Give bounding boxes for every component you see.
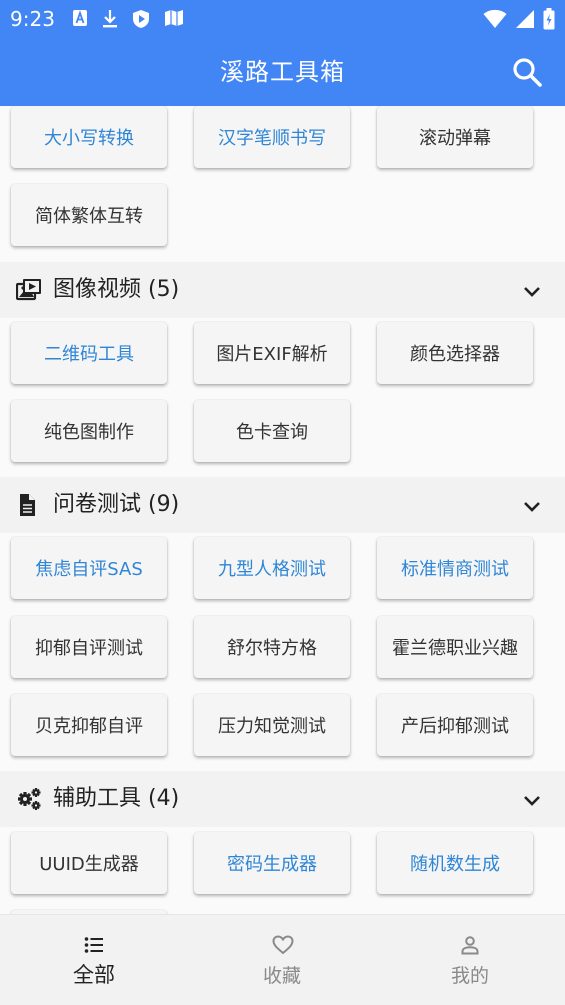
battery-icon bbox=[543, 8, 555, 30]
section-title: 问卷测试 (9) bbox=[53, 492, 180, 517]
tool-chip[interactable]: 二维码工具 bbox=[11, 322, 167, 384]
heart-icon bbox=[272, 935, 294, 955]
tool-chip[interactable]: 焦虑自评SAS bbox=[11, 537, 167, 599]
section-title: 辅助工具 (4) bbox=[53, 786, 180, 811]
app-title: 溪路工具箱 bbox=[220, 58, 345, 86]
tool-chip[interactable]: 压力知觉测试 bbox=[194, 694, 350, 756]
tool-chip[interactable]: 随机数生成 bbox=[377, 832, 533, 894]
wifi-icon bbox=[483, 9, 507, 29]
tool-chip[interactable]: 简体繁体互转 bbox=[11, 184, 167, 246]
status-time: 9:23 bbox=[10, 7, 55, 31]
shield-play-icon bbox=[132, 9, 150, 29]
tool-chip[interactable]: 色卡查询 bbox=[194, 400, 350, 462]
tool-chip[interactable]: 大小写转换 bbox=[11, 106, 167, 168]
list-icon bbox=[84, 937, 103, 953]
document-icon bbox=[16, 493, 42, 517]
section-header-image-video[interactable]: 图像视频 (5) bbox=[0, 262, 565, 318]
tool-chip[interactable]: 颜色选择器 bbox=[377, 322, 533, 384]
tool-chip[interactable]: UUID生成器 bbox=[11, 832, 167, 894]
map-icon bbox=[164, 9, 184, 29]
tool-chip[interactable]: 舒尔特方格 bbox=[194, 616, 350, 678]
nav-label: 我的 bbox=[450, 965, 489, 987]
chevron-down-icon[interactable] bbox=[521, 789, 543, 811]
tool-chip[interactable]: 标准情商测试 bbox=[377, 537, 533, 599]
gears-icon bbox=[16, 787, 42, 811]
signal-icon bbox=[515, 9, 535, 29]
download-icon bbox=[102, 9, 118, 29]
tool-chip[interactable]: 贝克抑郁自评 bbox=[11, 694, 167, 756]
chevron-down-icon[interactable] bbox=[521, 280, 543, 302]
tool-chip[interactable]: 汉字笔顺书写 bbox=[194, 106, 350, 168]
status-bar: 9:23 bbox=[0, 0, 565, 38]
app-bar: 溪路工具箱 bbox=[0, 38, 565, 106]
nav-all[interactable]: 全部 bbox=[0, 915, 188, 1005]
tool-chip[interactable]: 滚动弹幕 bbox=[377, 106, 533, 168]
tool-chip[interactable]: 霍兰德职业兴趣 bbox=[377, 616, 533, 678]
tool-chip[interactable]: 九型人格测试 bbox=[194, 537, 350, 599]
text-a-icon bbox=[72, 9, 88, 29]
image-video-icon bbox=[15, 278, 42, 302]
section-header-questionnaire[interactable]: 问卷测试 (9) bbox=[0, 477, 565, 533]
section-header-helper-tools[interactable]: 辅助工具 (4) bbox=[0, 771, 565, 827]
person-icon bbox=[461, 936, 479, 955]
tool-chip[interactable]: 抑郁自评测试 bbox=[11, 616, 167, 678]
chevron-down-icon[interactable] bbox=[521, 495, 543, 517]
section-title: 图像视频 (5) bbox=[53, 277, 180, 302]
nav-label: 收藏 bbox=[262, 965, 301, 987]
tool-chip[interactable]: 产后抑郁测试 bbox=[377, 694, 533, 756]
bottom-nav: 全部 收藏 我的 bbox=[0, 914, 565, 1005]
tool-chip[interactable]: 图片EXIF解析 bbox=[194, 322, 350, 384]
tool-chip[interactable]: 纯色图制作 bbox=[11, 400, 167, 462]
nav-favorites[interactable]: 收藏 bbox=[188, 915, 376, 1005]
nav-label: 全部 bbox=[73, 963, 115, 987]
tool-chip[interactable]: 密码生成器 bbox=[194, 832, 350, 894]
tool-list[interactable]: 大小写转换 汉字笔顺书写 滚动弹幕 简体繁体互转 图像视频 (5) 二维码工具 … bbox=[0, 106, 565, 914]
search-icon[interactable] bbox=[511, 56, 543, 88]
nav-me[interactable]: 我的 bbox=[376, 915, 564, 1005]
